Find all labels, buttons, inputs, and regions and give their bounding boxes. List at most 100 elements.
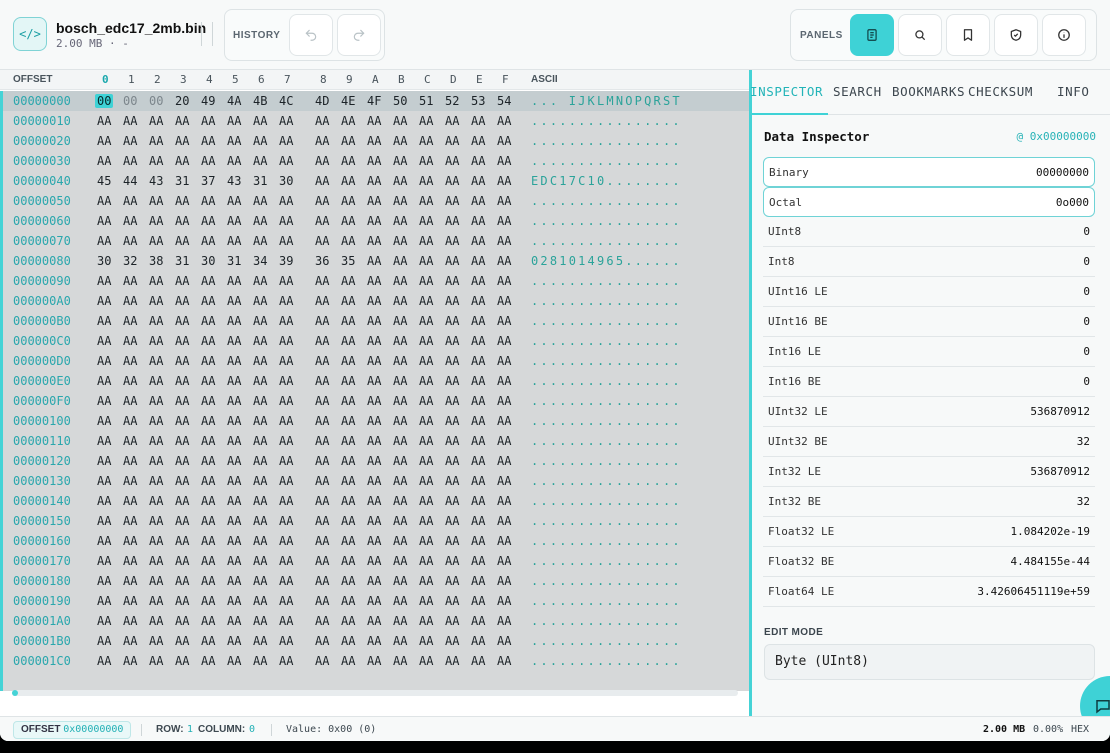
- hex-byte[interactable]: AA: [471, 494, 485, 508]
- hex-byte[interactable]: AA: [497, 294, 511, 308]
- hex-row[interactable]: 00000150 AA AA AA AA AA AA AA AA AA AA AA AA AA AA AA AA…: [0, 511, 750, 531]
- hex-byte[interactable]: AA: [393, 474, 407, 488]
- hex-byte[interactable]: AA: [471, 154, 485, 168]
- hex-byte[interactable]: AA: [201, 294, 215, 308]
- hex-byte[interactable]: AA: [227, 554, 241, 568]
- hex-byte[interactable]: AA: [253, 634, 267, 648]
- hex-byte[interactable]: AA: [315, 134, 329, 148]
- inspector-field[interactable]: Int16 LE 0: [763, 337, 1095, 367]
- hex-byte[interactable]: AA: [97, 634, 111, 648]
- hex-byte[interactable]: AA: [315, 454, 329, 468]
- hex-view[interactable]: OFFSET ASCII 0123456789ABCDEF 00000000 00…: [0, 70, 750, 716]
- hex-byte[interactable]: AA: [227, 514, 241, 528]
- hex-byte[interactable]: AA: [253, 314, 267, 328]
- hex-byte[interactable]: AA: [279, 214, 293, 228]
- hex-byte[interactable]: AA: [471, 634, 485, 648]
- hex-byte[interactable]: AA: [315, 494, 329, 508]
- tab-inspector[interactable]: INSPECTOR: [750, 84, 823, 99]
- hex-byte[interactable]: AA: [201, 574, 215, 588]
- hex-byte[interactable]: AA: [97, 234, 111, 248]
- hex-byte[interactable]: AA: [123, 354, 137, 368]
- hex-byte[interactable]: 31: [253, 174, 267, 188]
- hex-byte[interactable]: AA: [315, 594, 329, 608]
- hex-byte[interactable]: AA: [497, 434, 511, 448]
- hex-byte[interactable]: AA: [497, 194, 511, 208]
- hex-byte[interactable]: AA: [175, 634, 189, 648]
- hex-byte[interactable]: AA: [471, 514, 485, 528]
- hex-byte[interactable]: AA: [201, 514, 215, 528]
- hex-byte[interactable]: AA: [175, 134, 189, 148]
- hex-row[interactable]: 00000080 30 32 38 31 30 31 34 39 36 35 AA AA AA AA AA AA…: [0, 251, 750, 271]
- hex-byte[interactable]: AA: [419, 574, 433, 588]
- hex-byte[interactable]: AA: [149, 474, 163, 488]
- hex-byte[interactable]: AA: [227, 394, 241, 408]
- hex-byte[interactable]: AA: [97, 554, 111, 568]
- hex-byte[interactable]: AA: [253, 394, 267, 408]
- hex-byte[interactable]: AA: [253, 654, 267, 668]
- hex-byte[interactable]: AA: [497, 654, 511, 668]
- hex-byte[interactable]: AA: [149, 534, 163, 548]
- hex-byte[interactable]: AA: [227, 614, 241, 628]
- hex-byte[interactable]: AA: [419, 314, 433, 328]
- hex-byte[interactable]: AA: [227, 234, 241, 248]
- hex-byte[interactable]: AA: [367, 134, 381, 148]
- hex-byte[interactable]: AA: [97, 614, 111, 628]
- hex-byte[interactable]: AA: [279, 474, 293, 488]
- hex-row[interactable]: 000000C0 AA AA AA AA AA AA AA AA AA AA AA AA AA AA AA AA…: [0, 331, 750, 351]
- hex-byte[interactable]: AA: [149, 574, 163, 588]
- hex-byte[interactable]: AA: [497, 314, 511, 328]
- hex-byte[interactable]: AA: [253, 154, 267, 168]
- hex-row[interactable]: 00000010 AA AA AA AA AA AA AA AA AA AA AA AA AA AA AA AA…: [0, 111, 750, 131]
- tab-info[interactable]: INFO: [1057, 84, 1090, 99]
- hex-byte[interactable]: AA: [497, 534, 511, 548]
- hex-byte[interactable]: AA: [123, 234, 137, 248]
- hex-byte[interactable]: AA: [367, 614, 381, 628]
- hex-byte[interactable]: AA: [393, 594, 407, 608]
- inspector-field[interactable]: UInt16 BE 0: [763, 307, 1095, 337]
- hex-byte[interactable]: AA: [227, 374, 241, 388]
- hex-byte[interactable]: AA: [445, 614, 459, 628]
- hex-byte[interactable]: AA: [149, 274, 163, 288]
- inspector-field[interactable]: Float32 BE 4.484155e-44: [763, 547, 1095, 577]
- hex-byte[interactable]: AA: [315, 234, 329, 248]
- hex-byte[interactable]: AA: [175, 374, 189, 388]
- hex-byte[interactable]: AA: [201, 354, 215, 368]
- inspector-field[interactable]: Float32 LE 1.084202e-19: [763, 517, 1095, 547]
- ascii-text[interactable]: ................: [531, 234, 682, 248]
- hex-byte[interactable]: AA: [253, 134, 267, 148]
- hex-byte[interactable]: AA: [175, 454, 189, 468]
- hex-byte[interactable]: AA: [97, 494, 111, 508]
- hex-byte[interactable]: AA: [253, 614, 267, 628]
- hex-byte[interactable]: AA: [341, 594, 355, 608]
- hex-byte[interactable]: AA: [149, 214, 163, 228]
- undo-button[interactable]: [289, 14, 333, 56]
- hex-row[interactable]: 000000B0 AA AA AA AA AA AA AA AA AA AA AA AA AA AA AA AA…: [0, 311, 750, 331]
- hex-byte[interactable]: AA: [201, 594, 215, 608]
- hex-byte[interactable]: AA: [419, 474, 433, 488]
- hex-byte[interactable]: AA: [445, 434, 459, 448]
- ascii-text[interactable]: ................: [531, 434, 682, 448]
- hex-byte[interactable]: AA: [445, 514, 459, 528]
- hex-byte[interactable]: AA: [419, 294, 433, 308]
- hex-byte[interactable]: AA: [97, 514, 111, 528]
- hex-byte[interactable]: AA: [201, 494, 215, 508]
- ascii-text[interactable]: ................: [531, 294, 682, 308]
- hex-byte[interactable]: AA: [497, 494, 511, 508]
- hex-byte[interactable]: AA: [393, 434, 407, 448]
- hex-byte[interactable]: AA: [445, 134, 459, 148]
- hex-byte[interactable]: AA: [175, 574, 189, 588]
- hex-byte[interactable]: AA: [497, 614, 511, 628]
- hex-byte[interactable]: AA: [123, 294, 137, 308]
- hex-byte[interactable]: AA: [279, 334, 293, 348]
- hex-byte[interactable]: AA: [315, 514, 329, 528]
- hex-byte[interactable]: 38: [149, 254, 163, 268]
- hex-byte[interactable]: AA: [393, 154, 407, 168]
- hex-byte[interactable]: 36: [315, 254, 329, 268]
- hex-byte[interactable]: AA: [393, 314, 407, 328]
- hex-byte[interactable]: AA: [201, 394, 215, 408]
- hex-byte[interactable]: AA: [393, 114, 407, 128]
- hex-byte[interactable]: AA: [393, 574, 407, 588]
- hex-byte[interactable]: AA: [497, 574, 511, 588]
- info-panel-button[interactable]: [1042, 14, 1086, 56]
- hex-byte[interactable]: AA: [445, 214, 459, 228]
